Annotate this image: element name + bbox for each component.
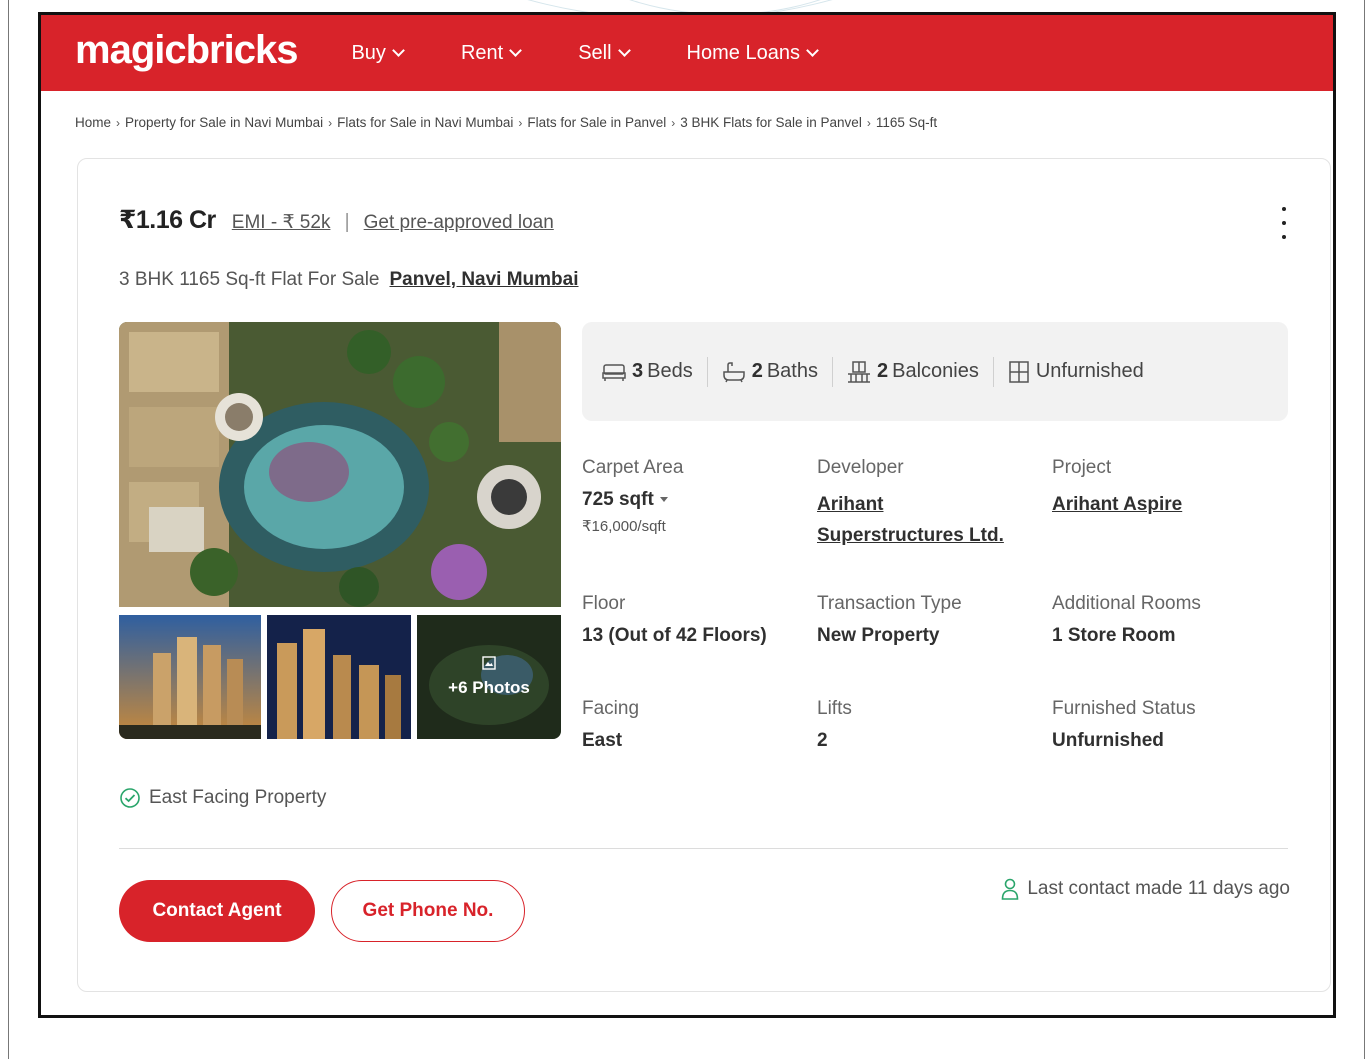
main-property-photo[interactable]: [119, 322, 561, 607]
nav-sell[interactable]: Sell: [578, 42, 631, 65]
spec-facing: Facing East: [582, 698, 640, 751]
property-price: ₹1.16 Cr: [119, 206, 216, 234]
breadcrumb-separator-icon: ›: [518, 115, 523, 130]
breadcrumb-3bhk-panvel[interactable]: 3 BHK Flats for Sale in Panvel: [680, 115, 862, 130]
divider: |: [344, 211, 350, 233]
chevron-down-icon: [392, 44, 405, 57]
breadcrumb-current: 1165 Sq-ft: [875, 115, 938, 130]
developer-link[interactable]: Arihant Superstructures Ltd.: [817, 489, 1027, 551]
chevron-down-icon: [617, 44, 631, 57]
image-icon: [482, 656, 496, 670]
spec-floor: Floor 13 (Out of 42 Floors): [582, 593, 767, 646]
top-navbar: magicbricks Buy Rent Sell Home Loans: [41, 15, 1333, 91]
spec-additional-rooms: Additional Rooms 1 Store Room: [1052, 593, 1201, 646]
property-title-text: 3 BHK 1165 Sq-ft Flat For Sale: [119, 269, 380, 290]
project-link[interactable]: Arihant Aspire: [1052, 489, 1182, 520]
emi-link[interactable]: EMI - ₹ 52k: [232, 211, 331, 234]
furnishing-amenity: Unfurnished: [1008, 360, 1144, 384]
caret-down-icon: [659, 497, 668, 503]
balconies-amenity: 2 Balconies: [847, 360, 979, 384]
breadcrumb-home[interactable]: Home: [75, 115, 111, 130]
section-divider: [119, 848, 1288, 849]
spec-transaction-type: Transaction Type New Property: [817, 593, 962, 646]
breadcrumb-separator-icon: ›: [328, 115, 333, 130]
amenity-divider: [992, 356, 994, 387]
spec-lifts: Lifts 2: [817, 698, 852, 751]
breadcrumb-flats-navi-mumbai[interactable]: Flats for Sale in Navi Mumbai: [337, 115, 513, 130]
breadcrumb-separator-icon: ›: [866, 115, 871, 130]
spec-furnished-status: Furnished Status Unfurnished: [1052, 698, 1196, 751]
breadcrumb-separator-icon: ›: [116, 115, 121, 130]
check-circle-icon: [120, 788, 140, 808]
bathtub-icon: [722, 361, 745, 382]
kebab-menu-icon[interactable]: [1274, 207, 1294, 239]
spec-developer: Developer Arihant Superstructures Ltd.: [817, 457, 1027, 551]
more-photos-overlay[interactable]: +6 Photos: [417, 615, 561, 739]
nav-rent[interactable]: Rent: [461, 42, 523, 65]
contact-agent-button[interactable]: Contact Agent: [119, 880, 315, 942]
amenity-divider: [832, 356, 833, 387]
spec-project: Project Arihant Aspire: [1052, 457, 1182, 520]
thumbnail-photo-3[interactable]: +6 Photos: [417, 615, 561, 739]
more-photos-label: +6 Photos: [448, 678, 530, 697]
breadcrumb-property-navi-mumbai[interactable]: Property for Sale in Navi Mumbai: [125, 115, 323, 130]
bed-icon: [602, 363, 626, 381]
thumbnail-photo-1[interactable]: [119, 615, 261, 739]
last-contact-info: Last contact made 11 days ago: [1001, 878, 1290, 900]
property-card: ₹1.16 Cr EMI - ₹ 52k | Get pre-approved …: [77, 158, 1331, 992]
property-location-link[interactable]: Panvel, Navi Mumbai: [390, 269, 579, 291]
baths-amenity: 2 Baths: [722, 360, 818, 383]
nav-buy[interactable]: Buy: [351, 42, 405, 65]
property-title: 3 BHK 1165 Sq-ft Flat For Sale Panvel, N…: [119, 269, 579, 291]
pre-approved-loan-link[interactable]: Get pre-approved loan: [364, 212, 554, 234]
spec-carpet-area: Carpet Area 725 sqft ₹16,000/sqft: [582, 457, 684, 535]
feature-highlight: East Facing Property: [119, 787, 326, 809]
amenity-summary: 3 Beds 2 Baths 2 Balconies Unfurnished: [582, 322, 1288, 421]
chevron-down-icon: [806, 44, 819, 57]
breadcrumb-separator-icon: ›: [671, 115, 676, 130]
nav-home-loans[interactable]: Home Loans: [687, 42, 819, 65]
thumbnail-photo-2[interactable]: [267, 615, 411, 739]
amenity-divider: [706, 356, 708, 387]
browser-window: magicbricks Buy Rent Sell Home Loans Hom…: [38, 12, 1336, 1018]
chevron-down-icon: [509, 44, 523, 57]
user-icon: [1002, 878, 1019, 900]
get-phone-button[interactable]: Get Phone No.: [331, 880, 525, 942]
balcony-icon: [848, 360, 870, 383]
beds-amenity: 3 Beds: [602, 360, 693, 383]
carpet-area-value[interactable]: 725 sqft: [582, 489, 683, 511]
breadcrumb: Home › Property for Sale in Navi Mumbai …: [75, 115, 937, 130]
breadcrumb-flats-panvel[interactable]: Flats for Sale in Panvel: [527, 115, 666, 130]
magicbricks-logo[interactable]: magicbricks: [75, 28, 298, 73]
price-row: ₹1.16 Cr EMI - ₹ 52k | Get pre-approved …: [119, 205, 554, 235]
door-icon: [1009, 360, 1029, 383]
